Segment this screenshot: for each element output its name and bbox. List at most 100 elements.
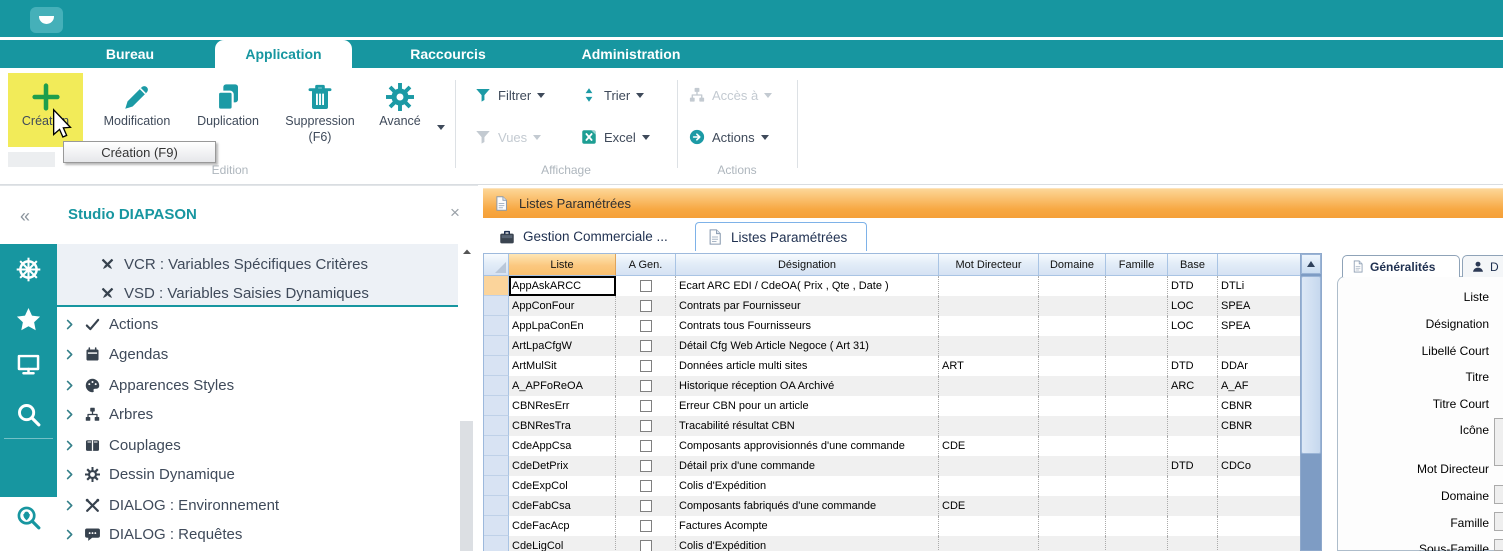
cell[interactable] — [939, 476, 1039, 496]
avanc--button[interactable]: Avancé — [368, 73, 432, 165]
cell[interactable]: CdeAppCsa — [509, 436, 616, 456]
dropdown-caret[interactable] — [437, 125, 445, 130]
row-header[interactable] — [484, 276, 509, 296]
column-header-liste[interactable]: Liste — [509, 254, 616, 276]
row-header[interactable] — [484, 516, 509, 536]
ribbon-tab-application[interactable]: Application — [215, 40, 352, 68]
cell[interactable] — [939, 456, 1039, 476]
tree-scroll-up-button[interactable] — [461, 246, 473, 258]
a-gen-checkbox[interactable] — [640, 340, 652, 352]
cell-a-gen[interactable] — [616, 396, 676, 416]
cell[interactable] — [939, 536, 1039, 551]
icone-input[interactable] — [1494, 418, 1503, 466]
cell[interactable] — [1039, 476, 1106, 496]
cell[interactable]: DTD — [1168, 276, 1218, 296]
row-header[interactable] — [484, 376, 509, 396]
cell[interactable] — [939, 396, 1039, 416]
a-gen-checkbox[interactable] — [640, 420, 652, 432]
cell[interactable] — [1218, 516, 1301, 536]
column-header-a-gen-[interactable]: A Gen. — [616, 254, 676, 276]
row-header[interactable] — [484, 496, 509, 516]
cell[interactable] — [1106, 356, 1168, 376]
cell[interactable] — [1039, 376, 1106, 396]
table-row[interactable]: ArtMulSitDonnées article multi sitesARTD… — [484, 356, 1322, 376]
column-header-d-signation[interactable]: Désignation — [676, 254, 939, 276]
cell-a-gen[interactable] — [616, 416, 676, 436]
tree-item-actions[interactable]: Actions — [57, 309, 458, 339]
cell[interactable]: CdeLigCol — [509, 536, 616, 551]
dropdown-caret[interactable] — [537, 93, 545, 98]
tree-item-dialog-environnement[interactable]: DIALOG : Environnement — [57, 490, 458, 520]
a-gen-checkbox[interactable] — [640, 320, 652, 332]
monitor-icon[interactable] — [15, 351, 42, 378]
cell[interactable]: ArtMulSit — [509, 356, 616, 376]
cell[interactable] — [1039, 496, 1106, 516]
tree-item-vcr-variables-sp-cifiques-crit-res[interactable]: VCR : Variables Spécifiques Critères — [57, 249, 458, 279]
cell[interactable]: CDCo — [1218, 456, 1301, 476]
cell[interactable] — [939, 336, 1039, 356]
cell[interactable]: Composants approvisionnés d'une commande — [676, 436, 939, 456]
sidebar-close-button[interactable]: × — [450, 203, 460, 223]
table-row[interactable]: CdeAppCsa Composants approvisionnés d'une… — [484, 436, 1322, 456]
cell[interactable] — [1218, 336, 1301, 356]
cell[interactable]: SPEA — [1218, 296, 1301, 316]
cell[interactable] — [1168, 496, 1218, 516]
sous-famille-input[interactable] — [1494, 539, 1503, 551]
cell-a-gen[interactable] — [616, 476, 676, 496]
cell[interactable]: DTD — [1168, 356, 1218, 376]
cell[interactable]: CBNResTra — [509, 416, 616, 436]
table-row[interactable]: CBNResTraTracabilité résultat CBNCBNR — [484, 416, 1322, 436]
cell[interactable]: CDE — [939, 436, 1039, 456]
cell[interactable]: CDE — [939, 496, 1039, 516]
cell[interactable]: DDAr — [1218, 356, 1301, 376]
domaine-input[interactable] — [1494, 485, 1503, 504]
wheel-icon[interactable] — [15, 256, 42, 283]
column-header-extra[interactable] — [1218, 254, 1301, 276]
row-header[interactable] — [484, 296, 509, 316]
actions-button[interactable]: Actions — [688, 124, 769, 150]
a-gen-checkbox[interactable] — [640, 460, 652, 472]
row-header[interactable] — [484, 536, 509, 551]
cell[interactable]: ArtLpaCfgW — [509, 336, 616, 356]
cell[interactable] — [1106, 476, 1168, 496]
row-header[interactable] — [484, 316, 509, 336]
cell[interactable] — [1168, 536, 1218, 551]
column-header-domaine[interactable]: Domaine — [1039, 254, 1106, 276]
cell[interactable]: LOC — [1168, 296, 1218, 316]
cell[interactable]: Factures Acompte — [676, 516, 939, 536]
cell[interactable]: Colis d'Expédition — [676, 476, 939, 496]
doc-tab-1[interactable]: Gestion Commerciale ... — [488, 222, 688, 251]
suppression-button[interactable]: Suppression(F6) — [275, 73, 365, 165]
cell[interactable]: A_AF — [1218, 376, 1301, 396]
column-header-mot-directeur[interactable]: Mot Directeur — [939, 254, 1039, 276]
cell-a-gen[interactable] — [616, 536, 676, 551]
cell[interactable]: A_APFoReOA — [509, 376, 616, 396]
cell-a-gen[interactable] — [616, 456, 676, 476]
cell[interactable] — [1168, 396, 1218, 416]
cell[interactable] — [1039, 436, 1106, 456]
a-gen-checkbox[interactable] — [640, 360, 652, 372]
table-vertical-scrollbar[interactable] — [1300, 253, 1322, 551]
cell[interactable] — [1106, 416, 1168, 436]
cell[interactable] — [1039, 516, 1106, 536]
cell[interactable] — [1168, 416, 1218, 436]
cell[interactable]: ART — [939, 356, 1039, 376]
column-header-base[interactable]: Base — [1168, 254, 1218, 276]
cell[interactable] — [1168, 516, 1218, 536]
cell[interactable]: Historique réception OA Archivé — [676, 376, 939, 396]
table-row[interactable]: CdeLigColColis d'Expédition — [484, 536, 1322, 551]
tree-scrollbar-thumb[interactable] — [460, 421, 473, 551]
famille-input[interactable] — [1494, 512, 1503, 531]
cell[interactable] — [1168, 336, 1218, 356]
cell[interactable] — [1039, 356, 1106, 376]
cell[interactable]: ARC — [1168, 376, 1218, 396]
table-scroll-up-button[interactable] — [1301, 254, 1321, 274]
table-row[interactable]: CBNResErrErreur CBN pour un articleCBNR — [484, 396, 1322, 416]
table-row[interactable]: AppLpaConEnContrats tous FournisseursLOC… — [484, 316, 1322, 336]
tree-item-couplages[interactable]: Couplages — [57, 430, 458, 460]
cell[interactable] — [1168, 476, 1218, 496]
table-row[interactable]: CdeFabCsaComposants fabriqués d'une comm… — [484, 496, 1322, 516]
cell[interactable]: CBNResErr — [509, 396, 616, 416]
cell[interactable] — [1106, 516, 1168, 536]
cell[interactable]: CdeFacAcp — [509, 516, 616, 536]
